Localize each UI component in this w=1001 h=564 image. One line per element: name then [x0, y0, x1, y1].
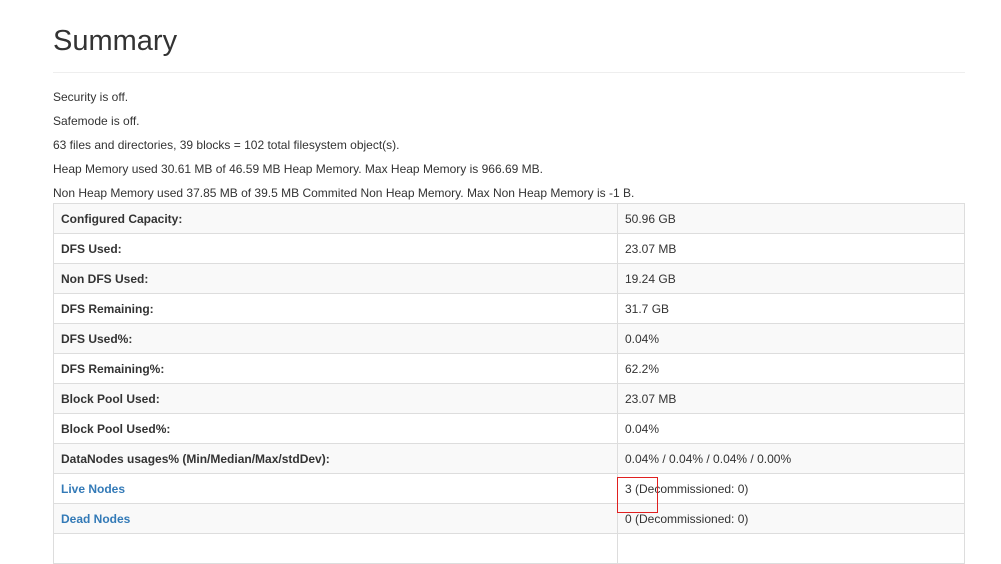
row-label-configured-capacity: Configured Capacity: [53, 203, 618, 234]
row-value-dead-nodes: 0 (Decommissioned: 0) [617, 503, 965, 534]
table-row: Non DFS Used: 19.24 GB [53, 263, 965, 294]
table-row: Block Pool Used%: 0.04% [53, 413, 965, 444]
table-row: Configured Capacity: 50.96 GB [53, 203, 965, 234]
table-row: DFS Remaining%: 62.2% [53, 353, 965, 384]
table-row: Dead Nodes 0 (Decommissioned: 0) [53, 503, 965, 534]
row-label-dfs-remaining: DFS Remaining: [53, 293, 618, 324]
summary-section: Summary Security is off. Safemode is off… [53, 0, 965, 564]
security-status: Security is off. [53, 90, 129, 104]
table-row: DataNodes usages% (Min/Median/Max/stdDev… [53, 443, 965, 474]
table-row: Block Pool Used: 23.07 MB [53, 383, 965, 414]
row-label-dead-nodes: Dead Nodes [53, 503, 618, 534]
live-nodes-link[interactable]: Live Nodes [61, 482, 125, 496]
row-value-dfs-used-percent: 0.04% [617, 323, 965, 354]
table-row: Live Nodes 3 (Decommissioned: 0) [53, 473, 965, 504]
row-label-block-pool-used: Block Pool Used: [53, 383, 618, 414]
row-value-non-dfs-used: 19.24 GB [617, 263, 965, 294]
row-label-datanodes-usages: DataNodes usages% (Min/Median/Max/stdDev… [53, 443, 618, 474]
row-value-configured-capacity: 50.96 GB [617, 203, 965, 234]
dead-nodes-link[interactable]: Dead Nodes [61, 512, 130, 526]
row-value-dfs-remaining: 31.7 GB [617, 293, 965, 324]
row-value-dfs-remaining-percent: 62.2% [617, 353, 965, 384]
row-label-dfs-used: DFS Used: [53, 233, 618, 264]
page-header: Summary [53, 0, 965, 73]
row-label-block-pool-used-percent: Block Pool Used%: [53, 413, 618, 444]
row-label-cut-off [53, 533, 618, 564]
table-row: DFS Used%: 0.04% [53, 323, 965, 354]
row-label-dfs-remaining-percent: DFS Remaining%: [53, 353, 618, 384]
row-value-block-pool-used-percent: 0.04% [617, 413, 965, 444]
summary-table: Configured Capacity: 50.96 GB DFS Used: … [53, 203, 965, 564]
page-title: Summary [53, 25, 178, 57]
row-value-live-nodes: 3 (Decommissioned: 0) [617, 473, 965, 504]
filesystem-objects: 63 files and directories, 39 blocks = 10… [53, 138, 400, 152]
table-row: DFS Used: 23.07 MB [53, 233, 965, 264]
row-value-block-pool-used: 23.07 MB [617, 383, 965, 414]
safemode-status: Safemode is off. [53, 114, 140, 128]
row-value-dfs-used: 23.07 MB [617, 233, 965, 264]
row-value-datanodes-usages: 0.04% / 0.04% / 0.04% / 0.00% [617, 443, 965, 474]
row-label-live-nodes: Live Nodes [53, 473, 618, 504]
row-value-cut-off [617, 533, 965, 564]
table-row [53, 533, 965, 564]
status-info: Security is off. Safemode is off. 63 fil… [53, 90, 965, 210]
heap-memory: Heap Memory used 30.61 MB of 46.59 MB He… [53, 162, 543, 176]
table-row: DFS Remaining: 31.7 GB [53, 293, 965, 324]
row-label-non-dfs-used: Non DFS Used: [53, 263, 618, 294]
row-label-dfs-used-percent: DFS Used%: [53, 323, 618, 354]
